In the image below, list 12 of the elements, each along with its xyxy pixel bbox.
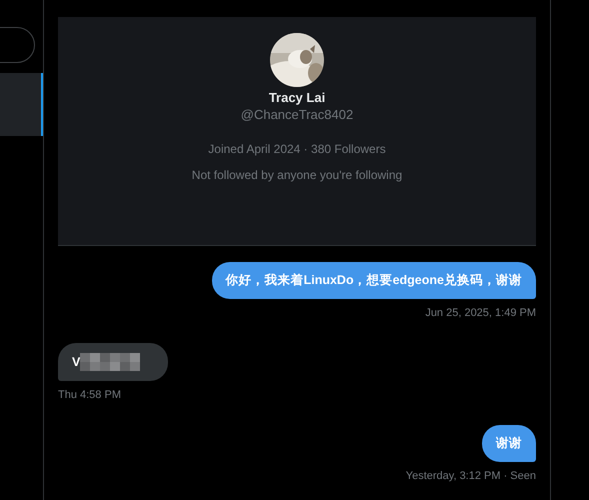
redaction-pixelation [80, 353, 140, 371]
message-bubble: V [58, 343, 168, 381]
conversation-item[interactable] [0, 73, 43, 136]
message-timestamp: Thu 4:58 PM [58, 389, 121, 401]
message-bubble: 你好，我来着LinuxDo，想要edgeone兑换码，谢谢 [212, 262, 536, 299]
message-timestamp: Yesterday, 3:12 PM · Seen [406, 470, 536, 482]
message-timestamp: Jun 25, 2025, 1:49 PM [425, 307, 536, 319]
profile-handle: @ChanceTrac8402 [240, 107, 354, 122]
profile-name: Tracy Lai [268, 90, 326, 105]
profile-stats: Joined April 2024 · 380 Followers [208, 142, 386, 156]
message-bubble: 谢谢 [482, 425, 536, 462]
mutuals-note: Not followed by anyone you're following [192, 168, 402, 182]
